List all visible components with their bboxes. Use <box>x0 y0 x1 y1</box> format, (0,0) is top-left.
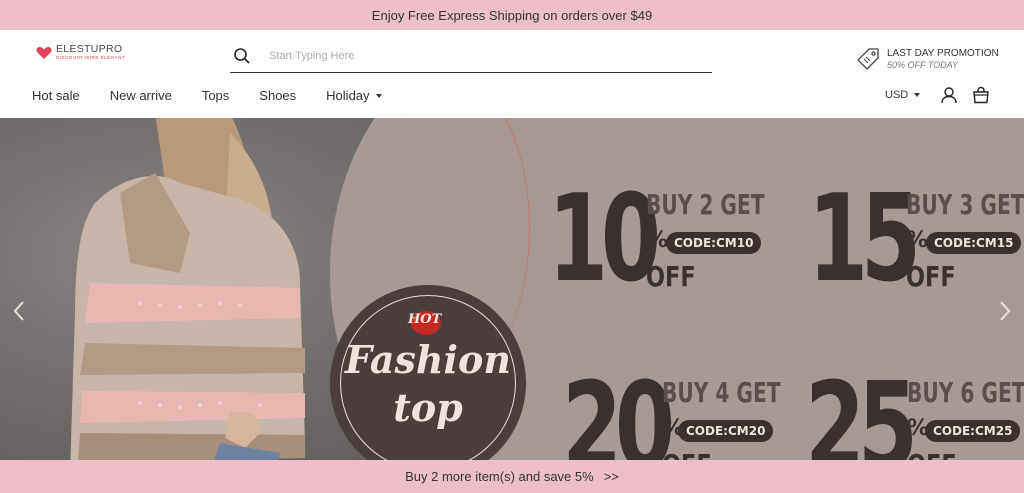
offer-code: CODE:CM20 <box>678 420 774 442</box>
offer-code: CODE:CM25 <box>925 420 1021 442</box>
shopping-bag-icon[interactable] <box>972 86 990 104</box>
hot-label: HOT <box>408 312 442 327</box>
offer-block: 15 BUY 3 GET % CODE:CM15 OFF <box>808 170 1024 309</box>
nav-item-holiday[interactable]: Holiday <box>326 88 382 103</box>
offer-buy-text: BUY 6 GET <box>907 376 1024 409</box>
search-input[interactable] <box>269 50 689 62</box>
offer-percent-sign: % <box>906 228 929 253</box>
caret-down-icon <box>914 93 921 97</box>
nav-item-tops[interactable]: Tops <box>202 88 229 103</box>
nav-item-new-arrive[interactable]: New arrive <box>110 88 172 103</box>
nav-item-hot-sale[interactable]: Hot sale <box>32 88 80 103</box>
caret-down-icon <box>375 93 382 98</box>
search-icon[interactable] <box>233 47 251 65</box>
currency-value: USD <box>885 89 909 101</box>
price-tag-icon <box>857 48 879 70</box>
offer-code: CODE:CM15 <box>926 232 1022 254</box>
main-navigation: Hot sale New arrive Tops Shoes Holiday <box>32 88 412 103</box>
header-actions: USD <box>885 86 990 104</box>
brand-name: ELESTUPRO <box>56 43 123 55</box>
offer-percent-number: 25 <box>805 358 918 461</box>
offer-off-text: OFF <box>906 260 956 293</box>
double-chevron-icon: >> <box>603 469 619 484</box>
site-header: ELESTUPRO DISCOUNT WIRE ELEGANT LAST DAY… <box>0 30 1024 118</box>
offer-code: CODE:CM10 <box>666 232 762 254</box>
offer-off-text: OFF <box>907 448 957 460</box>
offer-percent-number: 15 <box>808 170 921 309</box>
chevron-left-icon[interactable] <box>12 300 26 322</box>
offer-buy-text: BUY 2 GET <box>646 188 765 221</box>
promotion-subtitle: 50% OFF TODAY <box>887 59 959 70</box>
promotion-title: LAST DAY PROMOTION <box>887 47 999 59</box>
hero-banner[interactable]: HOT Fashion top 10 BUY 2 GET % CODE:CM10… <box>0 118 1024 460</box>
offer-percent-number: 10 <box>548 170 661 309</box>
nav-item-shoes[interactable]: Shoes <box>259 88 296 103</box>
currency-selector[interactable]: USD <box>885 89 921 101</box>
banner-headline-line1: Fashion <box>345 337 511 382</box>
offer-block: 20 BUY 4 GET % CODE:CM20 OFF <box>562 358 780 461</box>
user-icon[interactable] <box>940 86 958 104</box>
cart-savings-bar[interactable]: Buy 2 more item(s) and save 5% >> <box>0 460 1024 493</box>
cart-savings-text: Buy 2 more item(s) and save 5% <box>405 469 594 484</box>
heart-logo-icon <box>36 47 52 59</box>
offer-percent-number: 20 <box>562 358 675 461</box>
announcement-text: Enjoy Free Express Shipping on orders ov… <box>371 7 653 23</box>
offer-block: 25 BUY 6 GET % CODE:CM25 OFF <box>805 358 1024 461</box>
brand-tagline: DISCOUNT WIRE ELEGANT <box>56 55 126 60</box>
offer-block: 10 BUY 2 GET % CODE:CM10 OFF <box>548 180 768 300</box>
announcement-bar: Enjoy Free Express Shipping on orders ov… <box>0 0 1024 30</box>
offer-off-text: OFF <box>646 260 696 293</box>
banner-headline-line2: top <box>393 385 463 430</box>
promotion-banner[interactable]: LAST DAY PROMOTION 50% OFF TODAY <box>855 46 999 72</box>
offer-buy-text: BUY 3 GET <box>906 188 1024 221</box>
offer-percent-sign: % <box>646 228 669 253</box>
model-image <box>70 118 305 460</box>
offer-buy-text: BUY 4 GET <box>662 376 781 409</box>
search-bar <box>230 40 712 73</box>
brand-logo[interactable]: ELESTUPRO DISCOUNT WIRE ELEGANT <box>36 44 125 61</box>
offer-off-text: OFF <box>662 448 712 460</box>
chevron-right-icon[interactable] <box>998 300 1012 322</box>
